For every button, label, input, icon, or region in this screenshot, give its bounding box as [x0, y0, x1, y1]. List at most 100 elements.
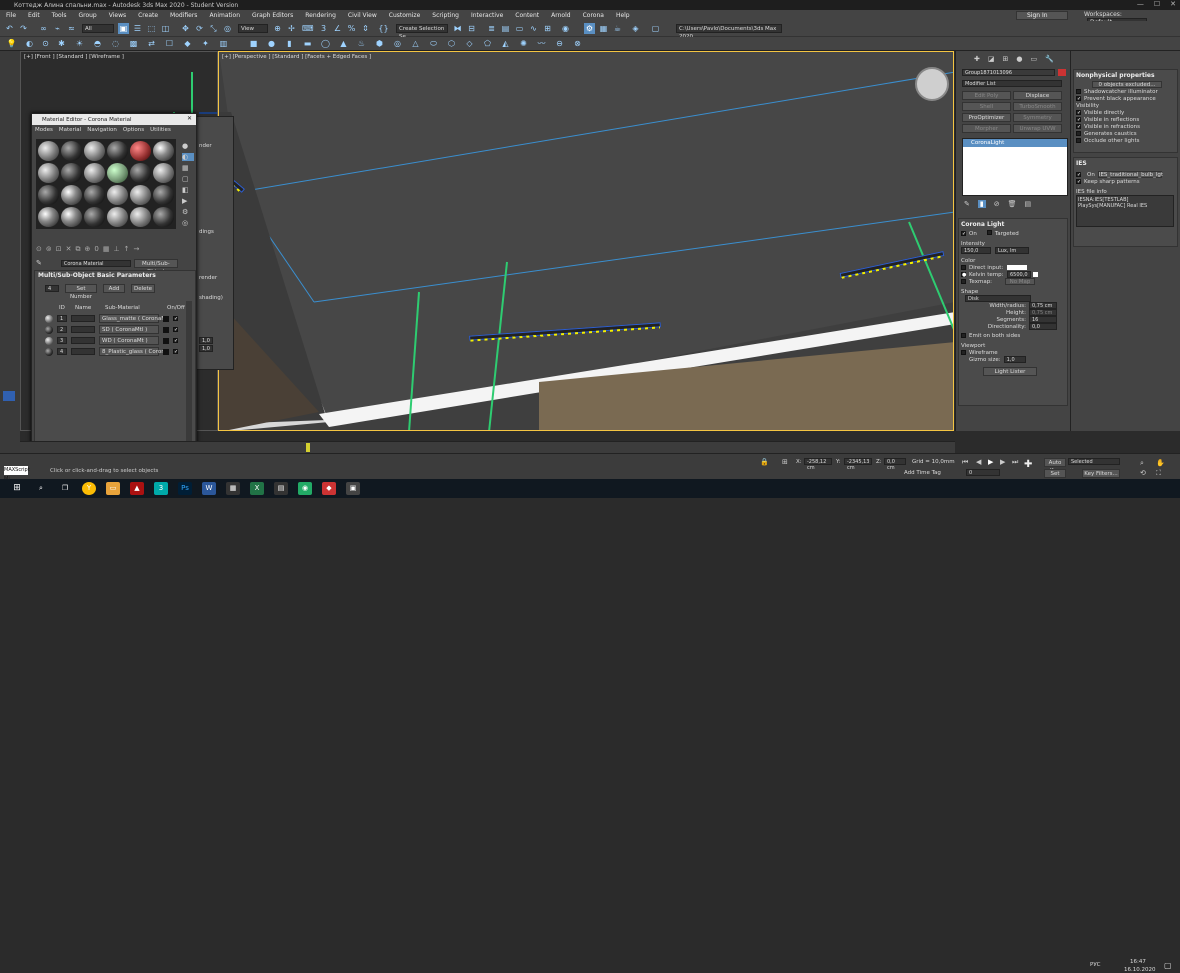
delete-button[interactable]: Delete	[131, 284, 155, 293]
me-menu-options[interactable]: Options	[123, 127, 144, 133]
corona-interactive-icon[interactable]: ◆	[182, 38, 193, 49]
menu-create[interactable]: Create	[132, 12, 164, 19]
menu-interactive[interactable]: Interactive	[465, 12, 509, 19]
corona-toolbox-icon[interactable]: ☐	[164, 38, 175, 49]
set-key-plus-icon[interactable]: ✚	[1024, 459, 1032, 470]
mod-button[interactable]: TurboSmooth	[1013, 102, 1062, 111]
viewcube-icon[interactable]	[922, 74, 942, 94]
utilities-tab-icon[interactable]: 🔧	[1045, 55, 1054, 63]
poly-spindle-icon[interactable]: ◇	[464, 38, 475, 49]
height-field[interactable]: 0,75 cm	[1029, 309, 1057, 316]
row-name[interactable]	[71, 315, 95, 322]
photoshop-icon[interactable]: Ps	[178, 482, 192, 495]
row-id[interactable]: 1	[57, 315, 67, 322]
x-coordinate-field[interactable]: -258,12 cm	[804, 458, 832, 471]
task-view-icon[interactable]: ❐	[58, 482, 72, 495]
put-to-scene-icon[interactable]: ⊚	[46, 245, 52, 255]
poly-oiltank-icon[interactable]: ⊖	[554, 38, 565, 49]
menu-civil-view[interactable]: Civil View	[342, 12, 383, 19]
background-icon[interactable]: ▦	[182, 164, 194, 172]
remove-modifier-icon[interactable]: 🗑	[1008, 200, 1017, 208]
me-menu-material[interactable]: Material	[59, 127, 81, 133]
on-checkbox[interactable]: ✓	[961, 230, 966, 236]
row-submaterial-button[interactable]: SD ( CoronaMtl )	[99, 325, 159, 334]
sample-slot[interactable]	[130, 141, 151, 161]
snaps-toggle-icon[interactable]: 3	[318, 23, 329, 34]
create-tab-icon[interactable]: ✚	[974, 55, 980, 63]
maxscript-listener[interactable]: MAXScript Mi	[4, 466, 30, 482]
sample-slot[interactable]	[107, 141, 128, 161]
poly-torus-icon[interactable]: ◯	[320, 38, 331, 49]
select-object-icon[interactable]: ▣	[118, 23, 129, 34]
vis-checkbox[interactable]	[1076, 131, 1081, 136]
perspective-viewport[interactable]: [+] [Perspective ] [Standard ] [Facets +…	[218, 51, 954, 431]
row-name[interactable]	[71, 348, 95, 355]
row-id[interactable]: 4	[57, 348, 67, 355]
minimize-button[interactable]: —	[1137, 0, 1144, 8]
render-value-2[interactable]: 1,0	[199, 345, 213, 352]
time-slider[interactable]	[20, 441, 955, 453]
layer-manager-icon[interactable]: ≣	[486, 23, 497, 34]
auto-key-button[interactable]: Auto Key	[1044, 458, 1066, 474]
corona-sky-icon[interactable]: ◓	[92, 38, 103, 49]
corona-light-rollout-title[interactable]: Corona Light	[961, 221, 1065, 228]
corona-camera-icon[interactable]: ◐	[24, 38, 35, 49]
assign-material-icon[interactable]: ⊡	[56, 245, 62, 255]
row-color-swatch[interactable]	[163, 348, 169, 355]
edit-named-selection-icon[interactable]: {}	[378, 23, 389, 34]
menu-modifiers[interactable]: Modifiers	[164, 12, 203, 19]
select-by-material-icon[interactable]: ◎	[182, 219, 194, 227]
menu-file[interactable]: File	[0, 12, 22, 19]
targeted-checkbox[interactable]	[986, 230, 992, 235]
object-color-swatch[interactable]	[1058, 69, 1066, 76]
object-name-field[interactable]: Group1871013096	[962, 69, 1056, 76]
poly-teapot-icon[interactable]: ♨	[356, 38, 367, 49]
table-row[interactable]: 4 8_Plastic_glass ( Corona ✓	[45, 346, 195, 357]
sign-in-button[interactable]: Sign In	[1016, 11, 1068, 20]
menu-customize[interactable]: Customize	[383, 12, 427, 19]
calculator-icon[interactable]: ▤	[274, 482, 288, 495]
options-icon[interactable]: ⚙	[182, 208, 194, 216]
sample-slot[interactable]	[107, 185, 128, 205]
row-name[interactable]	[71, 337, 95, 344]
sample-slot[interactable]	[84, 141, 105, 161]
unlink-icon[interactable]: ⌁	[52, 23, 63, 34]
keyboard-shortcut-override-icon[interactable]: ⌨	[302, 23, 314, 34]
maximize-viewport-icon[interactable]: ⛶	[1156, 469, 1161, 478]
play-icon[interactable]: ▶	[988, 458, 993, 466]
file-explorer-icon[interactable]: ▭	[106, 482, 120, 495]
sample-slot[interactable]	[61, 207, 82, 227]
select-manipulate-icon[interactable]: ✢	[286, 23, 297, 34]
menu-tools[interactable]: Tools	[46, 12, 73, 19]
mirror-icon[interactable]: ⧓	[452, 23, 463, 34]
windows-start-icon[interactable]: ⊞	[10, 482, 24, 495]
show-end-result-icon[interactable]: ⊥	[113, 245, 119, 255]
configure-sets-icon[interactable]: ▤	[1025, 200, 1032, 208]
material-type-button[interactable]: Multi/Sub-Object	[133, 258, 178, 275]
vis-checkbox[interactable]	[1076, 138, 1081, 143]
shadowcatcher-checkbox[interactable]	[1076, 89, 1081, 94]
mod-button[interactable]: Unwrap UVW	[1013, 124, 1062, 133]
row-on-checkbox[interactable]: ✓	[173, 338, 178, 344]
show-end-result-icon[interactable]: ▮	[977, 200, 986, 208]
spinner-snap-icon[interactable]: ⇕	[360, 23, 371, 34]
display-tab-icon[interactable]: ▭	[1030, 55, 1037, 63]
poly-sphere-icon[interactable]: ●	[266, 38, 277, 49]
undo-icon[interactable]: ↶	[4, 23, 15, 34]
sample-slot[interactable]	[61, 185, 82, 205]
menu-animation[interactable]: Animation	[203, 12, 246, 19]
kelvin-field[interactable]: 6500,0	[1007, 271, 1031, 278]
light-lister-button[interactable]: Light Lister	[983, 367, 1037, 376]
absolute-mode-icon[interactable]: ⊞	[782, 458, 788, 466]
bind-space-warp-icon[interactable]: ≈	[66, 23, 77, 34]
sample-slot[interactable]	[84, 207, 105, 227]
link-icon[interactable]: ∞	[38, 23, 49, 34]
emit-both-checkbox[interactable]	[961, 333, 966, 338]
percent-snap-icon[interactable]: %	[346, 23, 357, 34]
render-setup-window[interactable]: nder dings render shading) 1,0 1,0	[192, 116, 234, 370]
front-viewport-label[interactable]: [+] [Front ] [Standard ] [Wireframe ]	[24, 54, 124, 60]
set-key-button[interactable]: Set Key	[1044, 469, 1066, 485]
key-filters-button[interactable]: Key Filters...	[1082, 469, 1120, 478]
set-number-button[interactable]: Set Number	[65, 284, 97, 300]
go-forward-sibling-icon[interactable]: →	[133, 245, 139, 255]
